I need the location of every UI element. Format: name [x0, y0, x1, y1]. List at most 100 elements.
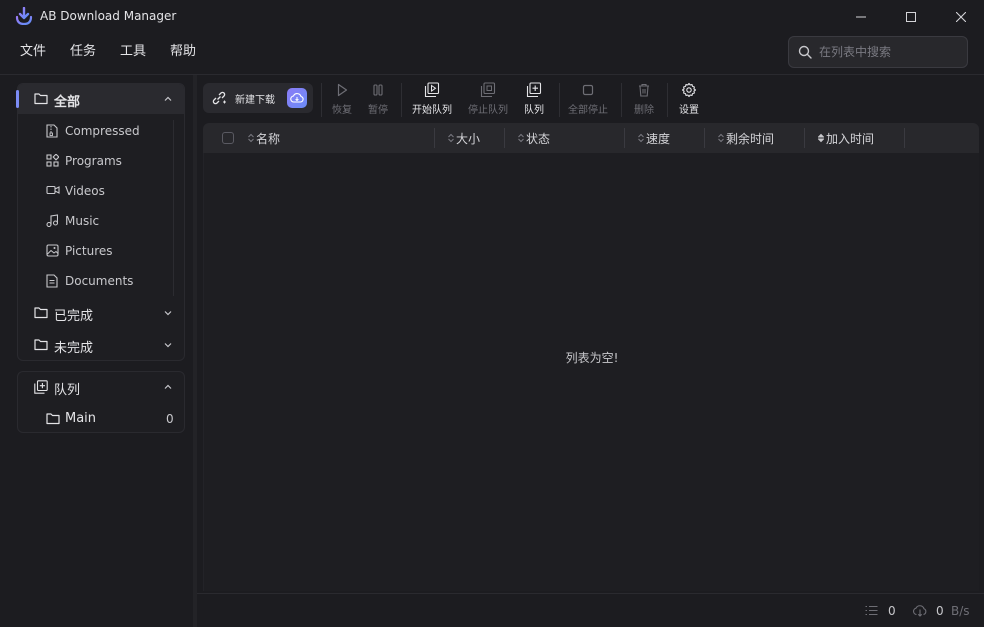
- sidebar-splitter[interactable]: [193, 75, 197, 627]
- pause-button[interactable]: 暂停: [363, 82, 393, 118]
- stop-queue-icon: [480, 82, 496, 98]
- start-queue-label: 开始队列: [412, 105, 452, 116]
- queue-count: 0: [166, 412, 174, 426]
- start-queue-icon: [424, 82, 440, 98]
- sidebar-item-all[interactable]: 全部: [16, 84, 184, 114]
- sidebar-item-finished[interactable]: 已完成: [18, 298, 184, 328]
- chevron-up-icon[interactable]: [163, 382, 173, 392]
- sort-icon: [448, 133, 454, 143]
- stop-queue-label: 停止队列: [468, 105, 508, 116]
- column-divider[interactable]: [434, 128, 435, 148]
- music-note-icon: [46, 214, 58, 227]
- queue-panel: 队列 Main 0: [17, 371, 185, 433]
- resume-label: 恢复: [332, 105, 352, 116]
- folder-icon: [34, 339, 48, 351]
- menu-tasks[interactable]: 任务: [66, 42, 100, 62]
- maximize-icon: [906, 12, 916, 22]
- sidebar-item-documents[interactable]: Documents: [18, 267, 184, 295]
- status-bar: 0 0 B/s: [197, 594, 984, 627]
- column-divider[interactable]: [624, 128, 625, 148]
- sort-icon: [638, 133, 644, 143]
- sort-icon: [718, 133, 724, 143]
- sort-icon: [248, 133, 254, 143]
- column-divider[interactable]: [504, 128, 505, 148]
- active-indicator: [16, 90, 19, 108]
- stop-icon: [582, 84, 594, 96]
- menu-help[interactable]: 帮助: [166, 42, 200, 62]
- download-speed-unit: B/s: [951, 604, 970, 618]
- toolbar-divider: [621, 83, 622, 117]
- sidebar-item-compressed[interactable]: Compressed: [18, 117, 184, 145]
- pause-label: 暂停: [368, 105, 388, 116]
- gear-icon: [681, 82, 697, 98]
- sidebar-item-label: Music: [65, 214, 100, 228]
- queue-icon: [34, 380, 48, 394]
- search-input[interactable]: [819, 43, 959, 61]
- settings-button[interactable]: 设置: [674, 82, 704, 118]
- queue-label: 队列: [524, 105, 544, 116]
- new-download-button[interactable]: 新建下载: [203, 83, 313, 113]
- app-title: AB Download Manager: [40, 9, 177, 23]
- download-list: 列表为空!: [203, 153, 979, 591]
- sidebar-item-queue-main[interactable]: Main 0: [18, 405, 184, 433]
- download-speed-value: 0: [936, 604, 944, 618]
- resume-button[interactable]: 恢复: [327, 82, 357, 118]
- stop-all-button[interactable]: 全部停止: [565, 82, 611, 118]
- sidebar-item-queues[interactable]: 队列: [18, 372, 184, 402]
- chevron-down-icon[interactable]: [163, 308, 173, 318]
- chevron-up-icon[interactable]: [163, 94, 173, 104]
- folder-icon: [46, 413, 60, 425]
- menu-tools[interactable]: 工具: [116, 42, 150, 62]
- column-divider[interactable]: [904, 128, 905, 148]
- queue-button[interactable]: 队列: [519, 82, 549, 118]
- new-download-label: 新建下载: [235, 95, 275, 106]
- sidebar-item-music[interactable]: Music: [18, 207, 184, 235]
- document-icon: [46, 274, 58, 288]
- sidebar-item-label: Videos: [65, 184, 105, 198]
- play-icon: [337, 83, 348, 97]
- sidebar-item-label: 未完成: [54, 341, 94, 356]
- sidebar-item-videos[interactable]: Videos: [18, 177, 184, 205]
- start-queue-button[interactable]: 开始队列: [409, 82, 455, 118]
- sidebar-item-unfinished[interactable]: 未完成: [18, 330, 184, 360]
- toolbar-divider: [401, 83, 402, 117]
- column-divider[interactable]: [704, 128, 705, 148]
- minimize-button[interactable]: [838, 0, 884, 34]
- delete-button[interactable]: 删除: [629, 82, 659, 118]
- toolbar-divider: [667, 83, 668, 117]
- cloud-download-icon: [290, 93, 304, 103]
- sidebar-item-programs[interactable]: Programs: [18, 147, 184, 175]
- app-logo-icon: [15, 7, 33, 25]
- stop-queue-button[interactable]: 停止队列: [465, 82, 511, 118]
- category-panel: 全部 Compressed Programs Videos Music Pict…: [16, 83, 185, 361]
- stop-all-label: 全部停止: [568, 105, 608, 116]
- pause-icon: [373, 84, 383, 96]
- cloud-download-icon: [913, 605, 927, 617]
- chevron-down-icon[interactable]: [163, 340, 173, 350]
- link-icon: [212, 91, 226, 105]
- sidebar-item-label: 队列: [54, 383, 81, 398]
- select-all-checkbox[interactable]: [222, 132, 234, 144]
- cloud-download-badge[interactable]: [287, 88, 307, 108]
- sidebar: 全部 Compressed Programs Videos Music Pict…: [0, 75, 193, 627]
- maximize-button[interactable]: [888, 0, 934, 34]
- close-button[interactable]: [938, 0, 984, 34]
- empty-list-message: 列表为空!: [565, 351, 619, 365]
- sidebar-item-label: Pictures: [65, 244, 113, 258]
- menu-bar: 文件 任务 工具 帮助: [16, 42, 216, 62]
- search-box[interactable]: [788, 36, 968, 68]
- minimize-icon: [856, 16, 866, 18]
- menu-file[interactable]: 文件: [16, 42, 50, 62]
- toolbar-divider: [321, 83, 322, 117]
- column-divider[interactable]: [804, 128, 805, 148]
- active-downloads-count: 0: [888, 604, 896, 618]
- sidebar-item-label: Main: [65, 411, 97, 426]
- settings-label: 设置: [679, 105, 699, 116]
- trash-icon: [639, 83, 649, 97]
- folder-icon: [34, 307, 48, 319]
- sidebar-item-label: 已完成: [54, 309, 94, 324]
- sidebar-item-label: Documents: [65, 274, 134, 288]
- sidebar-item-label: 全部: [54, 95, 81, 110]
- sidebar-item-pictures[interactable]: Pictures: [18, 237, 184, 265]
- video-camera-icon: [46, 185, 60, 195]
